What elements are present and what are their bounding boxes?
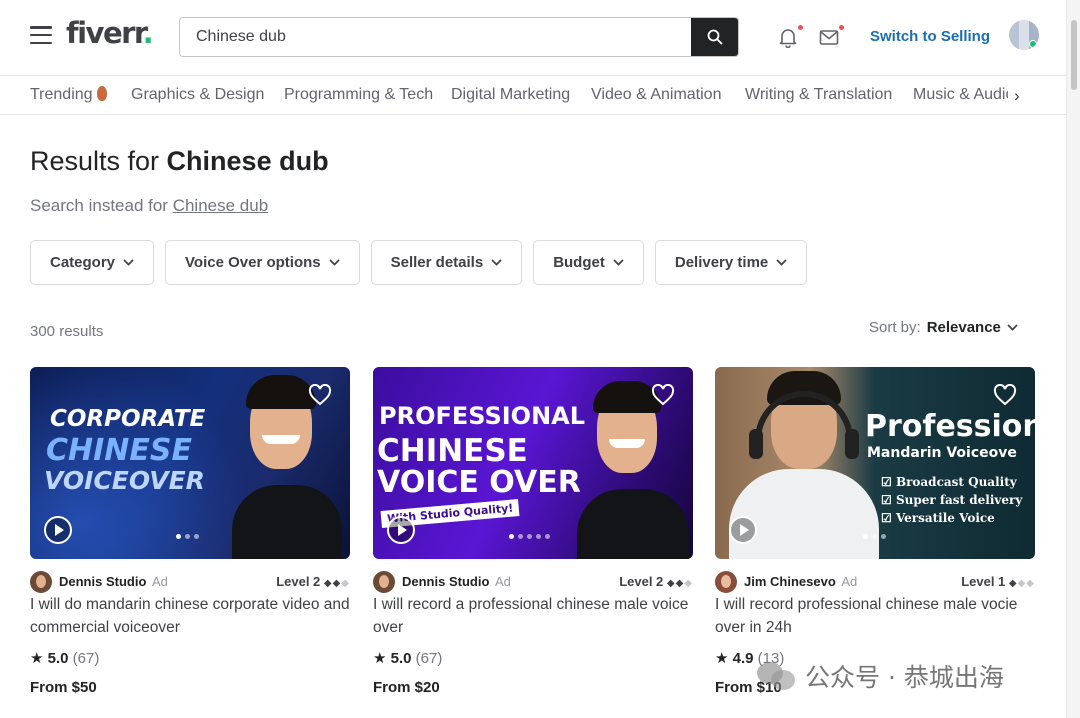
flame-icon <box>96 86 107 101</box>
thumbnail-bullet: ☑ Broadcast Quality <box>881 475 1017 489</box>
gig-rating: ★ 5.0 (67) <box>30 650 100 667</box>
watermark: 公众号 · 恭城出海 <box>757 658 1004 694</box>
seller-avatar[interactable] <box>30 571 52 593</box>
category-graphics-design[interactable]: Graphics & Design <box>131 86 264 104</box>
scrollbar-thumb[interactable] <box>1071 20 1077 90</box>
filter-seller-details[interactable]: Seller details <box>370 240 523 285</box>
gig-rating: ★ 5.0 (67) <box>373 650 443 667</box>
user-avatar[interactable] <box>1009 20 1039 50</box>
seller-level: Level 1 ◆◆◆ <box>961 574 1035 589</box>
chevron-down-icon <box>491 259 502 266</box>
search-icon <box>707 29 722 45</box>
fiverr-logo[interactable]: fiverr. <box>66 16 154 50</box>
thumbnail-bullet: ☑ Super fast delivery <box>881 493 1023 507</box>
category-programming-tech[interactable]: Programming & Tech <box>284 86 433 104</box>
search-bar <box>179 17 739 57</box>
seller-avatar[interactable] <box>715 571 737 593</box>
play-icon[interactable] <box>44 516 72 544</box>
gig-thumbnail[interactable]: Professional Mandarin Voiceove ☑ Broadca… <box>715 367 1035 559</box>
star-icon: ★ <box>373 650 387 667</box>
gig-title[interactable]: I will do mandarin chinese corporate vid… <box>30 593 350 639</box>
bell-icon <box>779 29 797 49</box>
mail-icon <box>819 30 839 45</box>
top-header: fiverr. Switch to Selling <box>0 0 1066 76</box>
sort-dropdown[interactable]: Sort by: Relevance <box>869 319 1018 336</box>
play-icon[interactable] <box>387 516 415 544</box>
category-video-animation[interactable]: Video & Animation <box>591 86 721 104</box>
star-icon: ★ <box>30 650 44 667</box>
results-count: 300 results <box>30 323 104 340</box>
thumbnail-line-2: CHINESE <box>46 433 192 468</box>
heart-icon[interactable] <box>651 384 675 406</box>
chevron-down-icon <box>613 259 624 266</box>
category-digital-marketing[interactable]: Digital Marketing <box>451 86 570 104</box>
filter-category[interactable]: Category <box>30 240 155 285</box>
gig-title[interactable]: I will record professional chinese male … <box>715 593 1035 639</box>
filter-voice-over-options[interactable]: Voice Over options <box>165 240 360 285</box>
gig-card[interactable]: CORPORATE CHINESE VOICEOVER Dennis Studi… <box>30 367 350 696</box>
chevron-down-icon <box>1007 324 1018 331</box>
star-icon: ★ <box>715 650 729 667</box>
category-music-audio[interactable]: Music & Audio <box>913 86 1014 104</box>
notifications-button[interactable] <box>777 25 803 50</box>
seller-name[interactable]: Dennis Studio Ad <box>402 574 511 589</box>
play-icon[interactable] <box>729 516 757 544</box>
seller-row: Dennis Studio Ad Level 2 ◆◆◆ <box>30 571 350 593</box>
seller-avatar[interactable] <box>373 571 395 593</box>
carousel-dots <box>509 534 550 539</box>
gig-card[interactable]: PROFESSIONAL CHINESE VOICE OVER With Stu… <box>373 367 693 696</box>
wechat-icon <box>757 660 797 692</box>
category-nav: Trending Graphics & Design Programming &… <box>0 76 1066 115</box>
seller-level: Level 2 ◆◆◆ <box>619 574 693 589</box>
switch-to-selling-link[interactable]: Switch to Selling <box>870 28 990 45</box>
heart-icon[interactable] <box>993 384 1017 406</box>
seller-level: Level 2 ◆◆◆ <box>276 574 350 589</box>
gig-title[interactable]: I will record a professional chinese mal… <box>373 593 693 639</box>
chevron-down-icon <box>776 259 787 266</box>
category-writing-translation[interactable]: Writing & Translation <box>745 86 892 104</box>
heart-icon[interactable] <box>308 384 332 406</box>
thumbnail-line-1: CORPORATE <box>50 406 206 432</box>
filter-budget[interactable]: Budget <box>533 240 644 285</box>
seller-row: Jim Chinesevo Ad Level 1 ◆◆◆ <box>715 571 1035 593</box>
carousel-dots <box>176 534 199 539</box>
page-title: Results for Chinese dub <box>30 146 329 176</box>
gig-card[interactable]: Professional Mandarin Voiceove ☑ Broadca… <box>715 367 1035 696</box>
messages-button[interactable] <box>818 25 844 50</box>
thumbnail-line-1: Professional <box>865 409 1035 444</box>
search-instead: Search instead for Chinese dub <box>30 196 269 215</box>
chevron-down-icon <box>329 259 340 266</box>
filter-delivery-time[interactable]: Delivery time <box>654 240 808 285</box>
seller-row: Dennis Studio Ad Level 2 ◆◆◆ <box>373 571 693 593</box>
thumbnail-line-2: CHINESE <box>377 433 528 469</box>
search-button[interactable] <box>691 18 738 56</box>
gig-price: From $20 <box>373 679 440 696</box>
menu-icon[interactable] <box>30 26 52 44</box>
carousel-dots <box>863 534 886 539</box>
search-input[interactable] <box>180 18 691 56</box>
seller-name[interactable]: Jim Chinesevo Ad <box>744 574 857 589</box>
thumbnail-line-3: VOICEOVER <box>44 466 205 495</box>
category-trending[interactable]: Trending <box>30 86 107 104</box>
search-instead-link[interactable]: Chinese dub <box>173 196 268 215</box>
chevron-down-icon <box>123 259 134 266</box>
thumbnail-line-3: VOICE OVER <box>377 465 581 500</box>
gig-thumbnail[interactable]: PROFESSIONAL CHINESE VOICE OVER With Stu… <box>373 367 693 559</box>
gig-price: From $50 <box>30 679 97 696</box>
seller-name[interactable]: Dennis Studio Ad <box>59 574 168 589</box>
thumbnail-bullets: ☑ Broadcast Quality ☑ Super fast deliver… <box>881 473 1022 527</box>
thumbnail-line-1: PROFESSIONAL <box>379 402 586 430</box>
page-scrollbar[interactable] <box>1066 0 1080 718</box>
gig-thumbnail[interactable]: CORPORATE CHINESE VOICEOVER <box>30 367 350 559</box>
chevron-right-icon[interactable]: › <box>1008 82 1038 110</box>
thumbnail-bullet: ☑ Versatile Voice <box>881 511 995 525</box>
filter-bar: Category Voice Over options Seller detai… <box>30 240 808 285</box>
thumbnail-line-2: Mandarin Voiceove <box>867 445 1017 461</box>
